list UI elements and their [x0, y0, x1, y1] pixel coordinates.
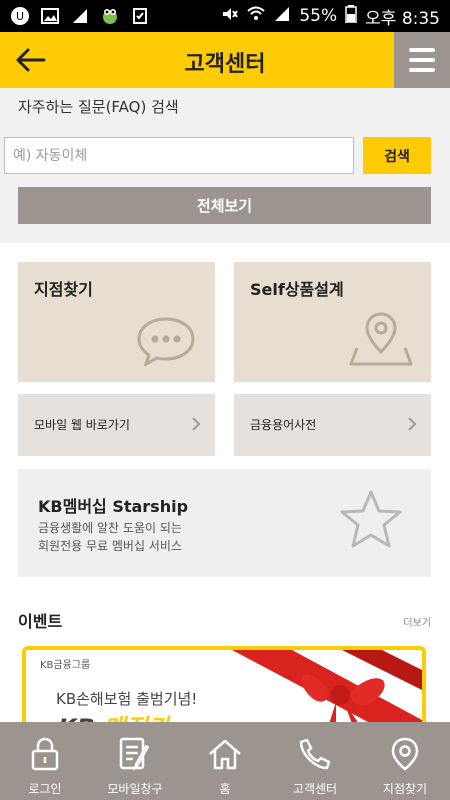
menu-bar-icon [409, 58, 435, 62]
map-pin-icon [349, 310, 413, 370]
wifi-notification-icon [70, 6, 90, 26]
nav-home-label: 홈 [219, 782, 231, 796]
self-product-label: Self상품설계 [250, 280, 344, 299]
mute-icon [221, 5, 239, 28]
chevron-right-icon [191, 416, 201, 436]
wifi-signal-icon [247, 5, 266, 28]
location-pin-icon [388, 736, 422, 772]
nav-home[interactable]: 홈 [180, 722, 270, 800]
mobile-web-shortcut-tile[interactable]: 모바일 웹 바로가기 [18, 394, 215, 456]
menu-bar-icon [409, 68, 435, 72]
menu-bar-icon [409, 48, 435, 52]
home-icon [208, 736, 242, 772]
banner-group-name: KB금융그룹 [40, 660, 91, 671]
faq-search-input[interactable] [4, 137, 354, 174]
cell-signal-icon [273, 5, 291, 28]
svg-text:U: U [16, 10, 24, 23]
phone-icon [298, 736, 332, 772]
events-section-title: 이벤트 [18, 612, 63, 631]
lock-icon [28, 736, 62, 772]
faq-search-label: 자주하는 질문(FAQ) 검색 [18, 98, 179, 116]
nav-customer-center-label: 고객센터 [292, 782, 338, 796]
branch-finder-label: 지점찾기 [34, 280, 93, 299]
events-more-link[interactable]: 더보기 [403, 614, 431, 629]
document-pen-icon [118, 736, 152, 772]
frog-app-icon [100, 6, 120, 26]
clock: 오후 8:35 [365, 8, 440, 29]
faq-search-section: 자주하는 질문(FAQ) 검색 검색 전체보기 [0, 88, 450, 243]
nav-login-label: 로그인 [28, 782, 62, 796]
financial-dictionary-tile[interactable]: 금융용어사전 [234, 394, 431, 456]
app-header: 고객센터 [0, 32, 450, 88]
battery-percent: 55% [299, 6, 338, 26]
nav-mobile-branch[interactable]: 모바일창구 [90, 722, 180, 800]
image-notification-icon [40, 6, 60, 26]
banner-headline: KB손해보험 출범기념! [56, 690, 198, 708]
chat-bubble-icon [135, 316, 197, 370]
battery-icon [345, 4, 357, 28]
hamburger-menu-button[interactable] [394, 32, 450, 88]
page-title: 고객센터 [184, 52, 266, 77]
kb-membership-desc-line1: 금융생활에 알찬 도움이 되는 [38, 521, 182, 535]
nav-branch-finder-label: 지점찾기 [382, 782, 428, 796]
self-product-tile[interactable]: Self상품설계 [234, 262, 431, 382]
bottom-navigation: 로그인 모바일창구 홈 고객센터 지점찾기 [0, 722, 450, 800]
financial-dictionary-label: 금융용어사전 [250, 418, 317, 432]
search-button[interactable]: 검색 [363, 137, 431, 174]
kb-membership-card[interactable]: KB멤버십 Starship 금융생활에 알찬 도움이 되는 회원전용 무료 멤… [18, 469, 431, 577]
star-icon [339, 489, 403, 555]
nav-mobile-branch-label: 모바일창구 [107, 782, 163, 796]
app-notification-icon: U [10, 6, 30, 26]
kb-membership-desc-line2: 회원전용 무료 멤버십 서비스 [38, 539, 182, 553]
download-notification-icon [130, 6, 150, 26]
mobile-web-label: 모바일 웹 바로가기 [34, 418, 130, 432]
nav-customer-center[interactable]: 고객센터 [270, 722, 360, 800]
status-bar: U 55% 오후 8:35 [0, 0, 450, 32]
chevron-right-icon [407, 416, 417, 436]
nav-branch-finder[interactable]: 지점찾기 [360, 722, 450, 800]
nav-login[interactable]: 로그인 [0, 722, 90, 800]
view-all-button[interactable]: 전체보기 [18, 187, 431, 224]
branch-finder-tile[interactable]: 지점찾기 [18, 262, 215, 382]
kb-membership-title: KB멤버십 Starship [38, 497, 189, 516]
